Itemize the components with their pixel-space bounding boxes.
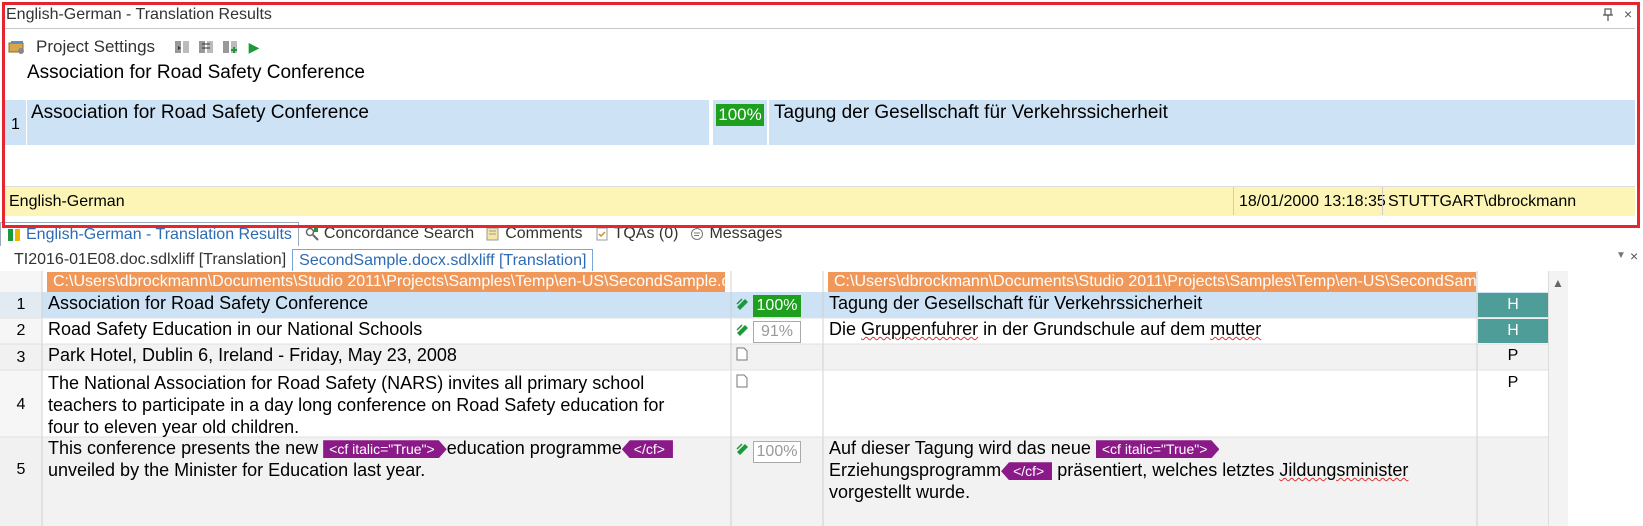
messages-icon [690, 227, 704, 241]
scroll-up-icon[interactable]: ▲ [1552, 276, 1564, 290]
panel-tab-strip: English-German - Translation Results Con… [0, 222, 1643, 246]
comments-icon [486, 227, 500, 241]
match-badge: 100% [753, 295, 801, 317]
result-target-text: Tagung der Gesellschaft für Verkehrssich… [774, 102, 1168, 123]
tag-close[interactable]: </cf> [1001, 462, 1053, 481]
row-number: 2 [16, 322, 26, 339]
source-text: This conference presents the new [48, 438, 324, 458]
document-icon [736, 347, 748, 361]
edit-status-icon [735, 440, 751, 456]
status-divider [1233, 187, 1234, 215]
tqa-icon [595, 227, 609, 241]
source-line: unveiled by the Minister for Education l… [48, 460, 426, 480]
tab-comments[interactable]: Comments [480, 222, 588, 246]
target-segment[interactable]: Tagung der Gesellschaft für Verkehrssich… [829, 292, 1202, 314]
target-file-path: C:\Users\dbrockmann\Documents\Studio 201… [828, 272, 1476, 292]
close-document-icon[interactable]: × [1630, 248, 1638, 264]
row-number: 4 [16, 396, 26, 413]
tab-label: TQAs (0) [613, 225, 679, 242]
row-number: 3 [16, 349, 26, 366]
document-tabs: TI2016-01E08.doc.sdlxliff [Translation] … [8, 249, 594, 271]
title-divider [5, 28, 1635, 29]
source-segment[interactable]: Association for Road Safety Conference [48, 292, 368, 314]
target-text: in der Grundschule auf dem [978, 319, 1211, 339]
tab-concordance-search[interactable]: Concordance Search [299, 222, 480, 246]
target-text: Erziehungsprogramm [829, 460, 1002, 480]
source-segment[interactable]: Park Hotel, Dublin 6, Ireland - Friday, … [48, 344, 457, 366]
status-badge: H [1478, 319, 1548, 343]
source-segment[interactable]: The National Association for Road Safety… [48, 372, 728, 438]
target-text: präsentiert, welches letztes [1052, 460, 1280, 480]
current-source-segment: Association for Road Safety Conference [27, 62, 365, 83]
target-line: vorgestellt wurde. [829, 482, 971, 502]
close-icon[interactable]: × [1624, 6, 1638, 22]
translation-results-icon [7, 228, 21, 242]
tab-messages[interactable]: Messages [684, 222, 788, 246]
tab-label: Concordance Search [323, 225, 475, 242]
source-segment[interactable]: Road Safety Education in our National Sc… [48, 318, 422, 340]
source-segment[interactable]: This conference presents the new <cf ita… [48, 437, 728, 481]
tag-open[interactable]: <cf italic="True"> [1096, 440, 1220, 458]
column-divider [767, 100, 769, 145]
result-row-number: 1 [11, 116, 20, 133]
add-tm-icon[interactable] [221, 38, 239, 56]
panel-title: English-German - Translation Results [6, 6, 272, 23]
source-line: teachers to participate in a day long co… [48, 395, 665, 415]
tag-open[interactable]: <cf italic="True"> [323, 440, 447, 458]
match-badge: 100% [716, 104, 764, 126]
tab-label: English-German - Translation Results [26, 225, 292, 243]
target-segment[interactable]: Die Gruppenfuhrer in der Grundschule auf… [829, 318, 1261, 340]
row-number: 5 [16, 461, 26, 478]
spelling-error: Jildungsminister [1279, 460, 1409, 480]
match-badge: 91% [753, 321, 801, 343]
match-badge: 100% [753, 441, 801, 463]
target-text: Die [829, 319, 862, 339]
source-line: four to eleven year old children. [48, 417, 300, 437]
document-tab[interactable]: TI2016-01E08.doc.sdlxliff [Translation] [8, 249, 292, 271]
result-date: 18/01/2000 13:18:35 [1239, 193, 1386, 210]
project-settings-button[interactable]: Project Settings [36, 37, 155, 57]
document-icon [736, 374, 748, 388]
status-badge: H [1478, 293, 1548, 317]
edit-status-icon [735, 295, 751, 311]
tag-close[interactable]: </cf> [621, 440, 673, 459]
document-tab-active[interactable]: SecondSample.docx.sdlxliff [Translation] [292, 249, 594, 271]
apply-translation-icon[interactable] [173, 38, 191, 56]
project-settings-icon[interactable] [8, 38, 26, 56]
spelling-error: Gruppenfuhrer [861, 319, 979, 339]
result-user: STUTTGART\dbrockmann [1388, 193, 1577, 210]
edit-status-icon [735, 321, 751, 337]
tab-translation-results[interactable]: English-German - Translation Results [0, 222, 299, 246]
play-icon[interactable]: ▶ [245, 38, 263, 56]
target-segment[interactable]: Auf dieser Tagung wird das neue <cf ital… [829, 437, 1474, 503]
tab-label: Comments [505, 225, 583, 242]
tab-tqas[interactable]: TQAs (0) [589, 222, 685, 246]
result-empty-row [5, 145, 1635, 184]
source-text: education programme [446, 438, 622, 458]
vertical-scrollbar[interactable] [1548, 271, 1568, 526]
status-badge: P [1507, 347, 1519, 364]
status-divider [1382, 187, 1383, 215]
language-pair: English-German [9, 193, 125, 210]
concordance-icon [305, 227, 319, 241]
target-text: Auf dieser Tagung wird das neue [829, 438, 1096, 458]
pin-icon[interactable] [1602, 8, 1616, 22]
row-number: 1 [16, 296, 26, 313]
editor-grid: C:\Users\dbrockmann\Documents\Studio 201… [0, 271, 1548, 526]
replace-translation-icon[interactable] [197, 38, 215, 56]
source-file-path: C:\Users\dbrockmann\Documents\Studio 201… [47, 272, 725, 292]
result-source-text: Association for Road Safety Conference [31, 102, 369, 123]
status-badge: P [1507, 374, 1519, 391]
source-line: The National Association for Road Safety… [48, 373, 645, 393]
spelling-error: mutter [1210, 319, 1262, 339]
tab-list-dropdown-icon[interactable]: ▼ [1616, 250, 1626, 261]
toolbar: Project Settings ▶ [8, 36, 263, 58]
tab-label: Messages [709, 225, 783, 242]
